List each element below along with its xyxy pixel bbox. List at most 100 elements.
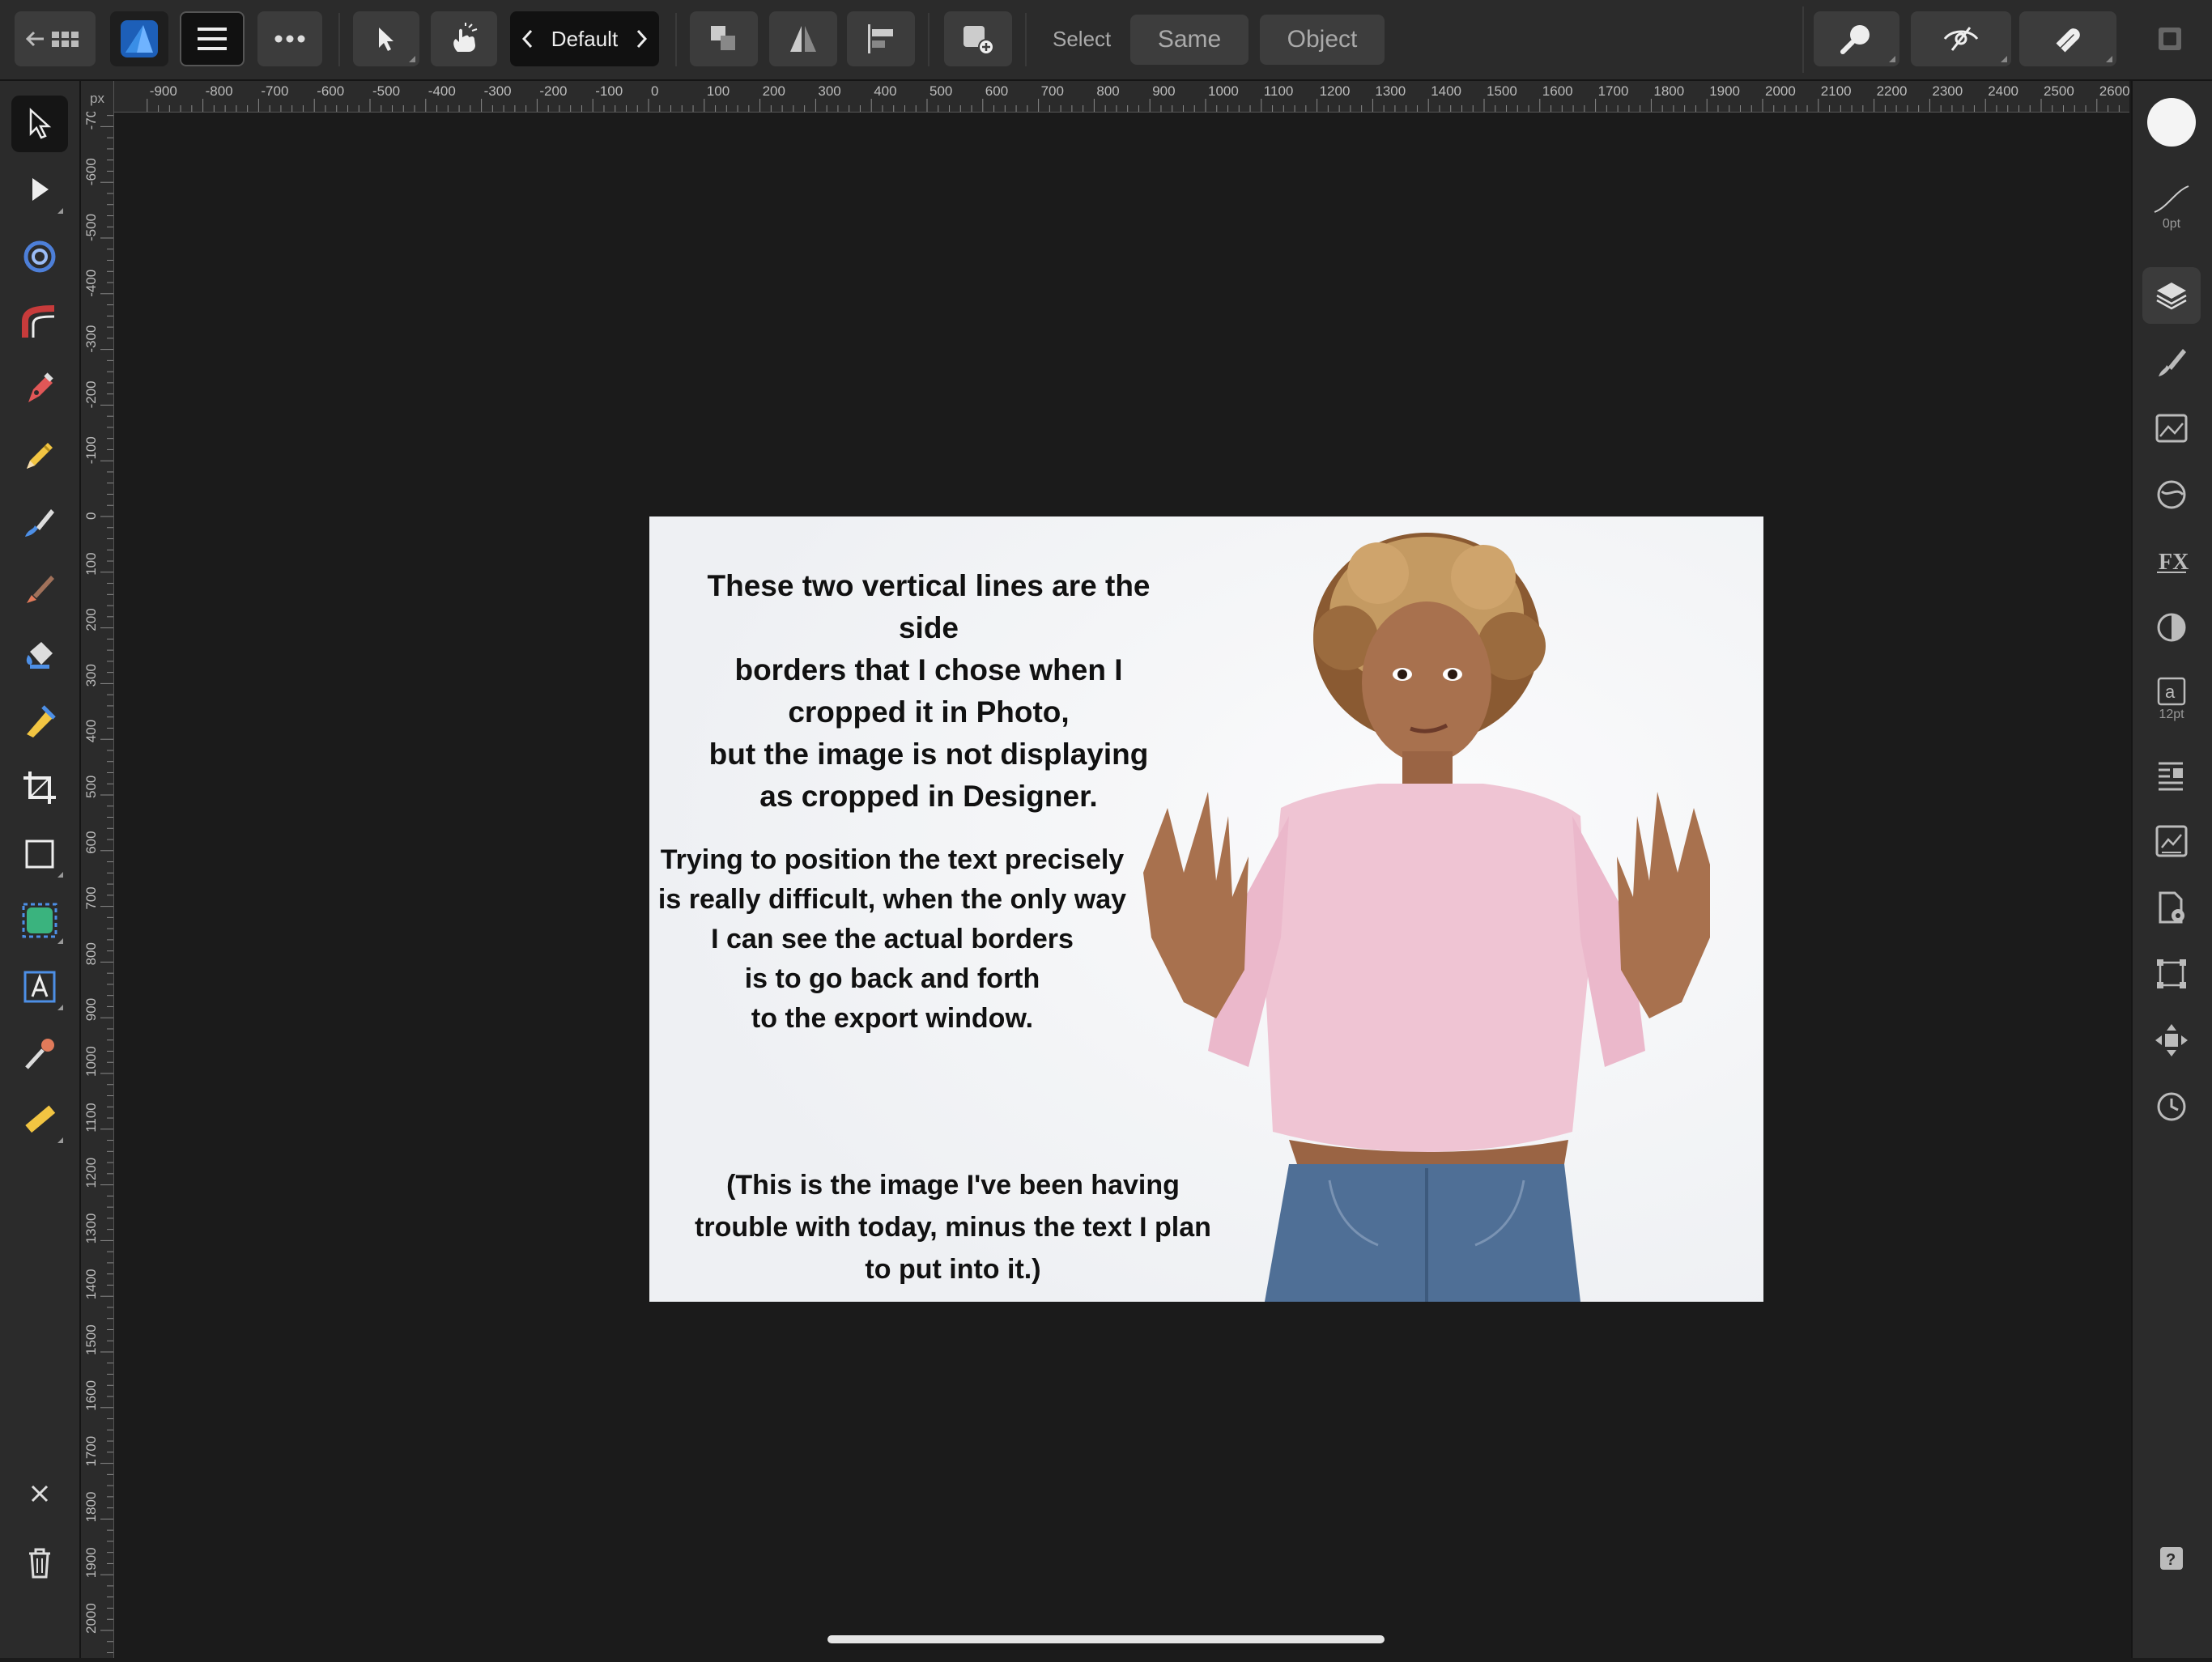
horizontal-ruler[interactable]: -900 -800 -700 -600 -500 -400 -300 -200 -100 0 100… (81, 81, 2130, 113)
paragraph-studio[interactable] (2142, 746, 2201, 803)
window-mode-button[interactable] (2141, 11, 2199, 66)
character-studio[interactable]: a 12pt (2142, 665, 2201, 733)
text-tool[interactable] (11, 959, 68, 1015)
vector-brush-tool[interactable] (11, 494, 68, 550)
transparency-studio[interactable] (2142, 599, 2201, 656)
corner-tool[interactable] (11, 295, 68, 351)
pen-nib-icon (28, 372, 53, 402)
close-icon (31, 1485, 49, 1503)
hand-gesture-button[interactable] (431, 11, 497, 66)
horizontal-ruler-ticks: -900 -800 -700 -600 -500 -400 -300 -200 -100 0 100… (147, 83, 2130, 112)
eye-hidden-icon (1943, 27, 1979, 51)
v-ruler-label: 1500 (83, 1324, 99, 1355)
magnet-icon (2056, 28, 2080, 53)
document-artboard[interactable]: These two vertical lines are the side bo… (649, 516, 1763, 1302)
crop-icon (23, 771, 56, 804)
appearance-studio[interactable] (2142, 466, 2201, 523)
svg-text:a: a (2165, 682, 2176, 702)
rectangle-tool[interactable] (11, 826, 68, 882)
v-ruler-label: 1100 (83, 1103, 99, 1133)
h-ruler-label: -300 (484, 83, 512, 99)
place-image-icon (22, 903, 57, 938)
move-tool-context-button[interactable] (353, 11, 419, 66)
brushes-studio[interactable] (2142, 334, 2201, 390)
measure-tool[interactable] (11, 1091, 68, 1148)
select-object-label: Object (1287, 26, 1358, 53)
brush-icon (2159, 349, 2186, 376)
h-ruler-label: 2200 (1877, 83, 1908, 99)
color-picker-tool[interactable] (11, 1025, 68, 1082)
node-tool[interactable] (11, 162, 68, 219)
arrange-button[interactable] (690, 11, 758, 66)
layers-icon (2156, 283, 2187, 310)
stroke-style[interactable]: 0pt (2142, 168, 2201, 246)
stock-studio[interactable] (2142, 400, 2201, 457)
v-ruler-label: 1700 (83, 1436, 99, 1467)
text-styles-studio[interactable] (2142, 813, 2201, 869)
v-ruler-label: -500 (83, 214, 99, 241)
text-paragraph-2[interactable]: Trying to position the text precisely is… (657, 840, 1127, 1039)
divider (1025, 13, 1027, 66)
main-menu-button[interactable] (180, 11, 245, 66)
appearance-icon (2157, 480, 2186, 509)
h-ruler-label: -900 (150, 83, 177, 99)
gradient-icon (27, 705, 56, 737)
paint-brush-tool[interactable] (11, 560, 68, 617)
select-object-button[interactable]: Object (1260, 15, 1385, 65)
view-mode-button[interactable] (1911, 11, 2011, 66)
crop-tool[interactable] (11, 759, 68, 816)
vertical-ruler[interactable]: -700 -600 -500 -400 -300 -200 -100 0 100 200 300 40… (81, 81, 114, 1658)
chevron-right-icon (636, 29, 648, 49)
magnifier-icon (1840, 25, 1870, 54)
place-image-tool[interactable] (11, 892, 68, 949)
designer-persona-button[interactable] (110, 11, 168, 66)
h-ruler-label: 1800 (1653, 83, 1684, 99)
layers-studio[interactable] (2142, 267, 2201, 324)
h-ruler-label: 1900 (1709, 83, 1740, 99)
insert-button[interactable] (944, 11, 1012, 66)
fill-tool[interactable] (11, 627, 68, 683)
history-studio[interactable] (2142, 1078, 2201, 1135)
v-ruler-label: -600 (83, 158, 99, 185)
v-ruler-label: 1900 (83, 1547, 99, 1578)
flip-button[interactable] (769, 11, 837, 66)
deselect-button[interactable] (11, 1465, 68, 1522)
effects-studio[interactable]: FX (2142, 533, 2201, 589)
v-ruler-label: 1200 (83, 1158, 99, 1188)
navigator-studio[interactable] (2142, 1012, 2201, 1069)
document-setup-studio[interactable] (2142, 879, 2201, 936)
v-ruler-label: 1000 (83, 1046, 99, 1077)
ruler-icon (25, 1105, 56, 1133)
home-indicator[interactable] (827, 1635, 1385, 1643)
help-button[interactable]: ? (2142, 1530, 2201, 1587)
text-paragraph-1[interactable]: These two vertical lines are the side bo… (674, 565, 1184, 818)
transform-studio[interactable] (2142, 946, 2201, 1002)
fill-color-swatch[interactable] (2142, 94, 2201, 151)
zoom-button[interactable] (1814, 11, 1899, 66)
h-ruler-label: 300 (818, 83, 840, 99)
v-ruler-label: 1300 (83, 1214, 99, 1244)
corner-curve-icon (22, 305, 55, 338)
align-button[interactable] (847, 11, 915, 66)
move-tool[interactable] (11, 96, 68, 152)
spiral-brush-icon (23, 240, 56, 273)
pencil-tool[interactable] (11, 427, 68, 484)
back-to-documents-button[interactable] (15, 11, 96, 66)
transparency-tool[interactable] (11, 693, 68, 750)
snapping-button[interactable] (2019, 11, 2116, 66)
delete-button[interactable] (11, 1535, 68, 1592)
more-dots-icon (274, 35, 305, 43)
vector-crop-tool[interactable] (11, 228, 68, 285)
h-ruler-label: -400 (428, 83, 456, 99)
navigator-arrows-icon (2155, 1024, 2188, 1056)
text-paragraph-3[interactable]: (This is the image I've been having trou… (682, 1164, 1224, 1290)
more-options-button[interactable] (257, 11, 322, 66)
persona-selector[interactable]: Default (510, 11, 659, 66)
stroke-width-label: 0pt (2162, 217, 2181, 231)
history-clock-icon (2157, 1092, 2186, 1121)
font-size-label: 12pt (2159, 708, 2184, 721)
pen-tool[interactable] (11, 361, 68, 418)
h-ruler-label: 500 (929, 83, 952, 99)
select-same-button[interactable]: Same (1130, 15, 1249, 65)
stock-image-icon (2155, 414, 2188, 443)
